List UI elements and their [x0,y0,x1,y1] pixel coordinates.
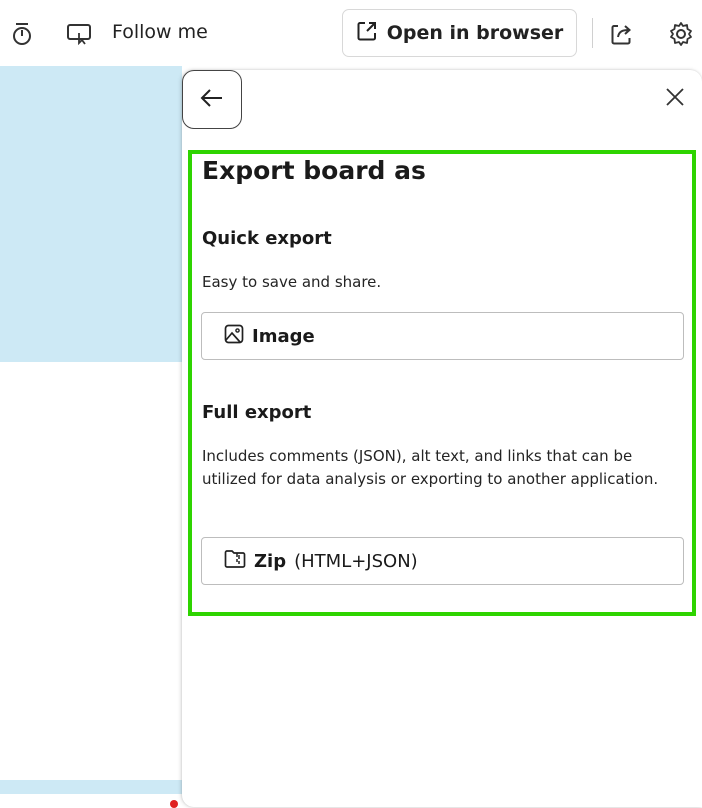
close-button[interactable] [664,88,686,110]
export-zip-label-bold: Zip [254,550,287,572]
full-export-description: Includes comments (JSON), alt text, and … [202,447,659,488]
share-icon[interactable] [610,22,634,46]
quick-export-heading: Quick export [202,228,332,249]
export-image-label: Image [252,325,315,347]
open-in-browser-button[interactable]: Open in browser [342,9,577,57]
close-icon [666,88,684,110]
export-zip-label-rest: (HTML+JSON) [294,550,418,572]
toolbar-divider [592,18,593,48]
quick-export-description: Easy to save and share. [202,273,382,291]
zip-folder-icon [224,549,246,574]
export-panel: Export board as Quick export Easy to sav… [182,70,702,807]
follow-me-label[interactable]: Follow me [112,21,208,43]
timer-icon[interactable] [10,22,34,46]
export-zip-button[interactable]: Zip (HTML+JSON) [201,537,684,585]
export-image-button[interactable]: Image [201,312,684,360]
follow-cast-icon[interactable] [66,22,92,46]
full-export-heading: Full export [202,402,312,423]
panel-title: Export board as [202,156,426,185]
top-toolbar: Follow me Open in browser [0,0,702,66]
board-canvas-strip [0,780,182,794]
open-in-browser-label: Open in browser [386,22,564,44]
image-icon [224,324,244,349]
open-external-icon [356,20,378,46]
gear-icon[interactable] [668,21,694,47]
back-arrow-icon [200,88,224,112]
board-canvas[interactable] [0,66,182,362]
back-button[interactable] [182,70,242,129]
